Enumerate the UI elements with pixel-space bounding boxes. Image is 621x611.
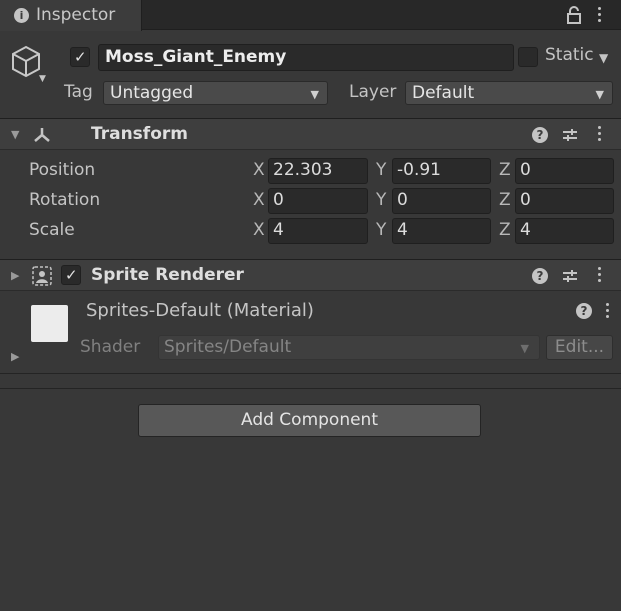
chevron-down-icon: ▼: [595, 88, 604, 101]
foldout-expanded-icon[interactable]: ▼: [11, 128, 19, 141]
tab-menu-icon[interactable]: [598, 7, 602, 25]
divider: [0, 388, 621, 389]
axis-z-label: Z: [499, 190, 511, 210]
shader-value: Sprites/Default: [164, 337, 292, 357]
layer-label: Layer: [349, 82, 397, 102]
presets-icon[interactable]: [562, 268, 578, 284]
tag-dropdown[interactable]: Untagged ▼: [103, 81, 328, 105]
help-icon[interactable]: ?: [532, 127, 548, 143]
rotation-label: Rotation: [29, 190, 101, 210]
gameobject-name-field[interactable]: Moss_Giant_Enemy: [98, 44, 514, 71]
scale-x-field[interactable]: 4: [268, 218, 368, 244]
checkmark-icon: ✓: [74, 48, 87, 66]
chevron-down-icon: ▼: [520, 342, 529, 355]
tab-label: Inspector: [36, 5, 116, 25]
checkmark-icon: ✓: [65, 266, 78, 284]
tab-inspector[interactable]: i Inspector: [0, 0, 142, 31]
axis-z-label: Z: [499, 160, 511, 180]
presets-icon[interactable]: [562, 127, 578, 143]
axis-z-label: Z: [499, 220, 511, 240]
layer-value: Default: [412, 83, 475, 103]
lock-icon[interactable]: [566, 6, 582, 24]
foldout-collapsed-icon[interactable]: ▶: [11, 269, 19, 282]
shader-label: Shader: [80, 337, 141, 357]
edit-shader-button[interactable]: Edit...: [546, 335, 613, 360]
component-menu-icon[interactable]: [598, 126, 602, 144]
gameobject-cube-icon[interactable]: [10, 44, 42, 80]
material-preview-swatch[interactable]: [31, 305, 68, 342]
sprite-renderer-header[interactable]: ▶ ✓ Sprite Renderer ?: [0, 259, 621, 291]
tag-value: Untagged: [110, 83, 194, 103]
tag-label: Tag: [64, 82, 93, 102]
static-dropdown-arrow-icon[interactable]: ▼: [599, 51, 608, 65]
gameobject-active-checkbox[interactable]: ✓: [70, 47, 90, 67]
scale-y-field[interactable]: 4: [392, 218, 491, 244]
scale-label: Scale: [29, 220, 75, 240]
position-z-field[interactable]: 0: [515, 158, 614, 184]
icon-dropdown-arrow-icon[interactable]: ▼: [39, 74, 46, 84]
add-component-button[interactable]: Add Component: [138, 404, 481, 437]
rotation-x-field[interactable]: 0: [268, 188, 368, 214]
help-icon[interactable]: ?: [532, 268, 548, 284]
divider: [0, 373, 621, 374]
component-menu-icon[interactable]: [598, 267, 602, 285]
layer-dropdown[interactable]: Default ▼: [405, 81, 613, 105]
rotation-y-field[interactable]: 0: [392, 188, 491, 214]
rotation-z-field[interactable]: 0: [515, 188, 614, 214]
static-label[interactable]: Static: [545, 45, 594, 65]
sprite-renderer-enabled-checkbox[interactable]: ✓: [61, 265, 81, 285]
axis-y-label: Y: [376, 220, 387, 240]
axis-y-label: Y: [376, 190, 387, 210]
static-checkbox[interactable]: [518, 47, 538, 67]
component-title: Sprite Renderer: [91, 265, 244, 285]
axis-x-label: X: [253, 160, 265, 180]
sprite-renderer-icon: [32, 266, 52, 286]
position-x-field[interactable]: 22.303: [268, 158, 368, 184]
axis-x-label: X: [253, 220, 265, 240]
position-label: Position: [29, 160, 96, 180]
help-icon[interactable]: ?: [576, 303, 592, 319]
tab-bar: i Inspector: [0, 0, 621, 31]
axis-x-label: X: [253, 190, 265, 210]
info-icon: i: [14, 8, 29, 23]
material-name: Sprites-Default (Material): [86, 300, 314, 321]
chevron-down-icon: ▼: [310, 88, 319, 101]
component-title: Transform: [91, 124, 188, 144]
material-foldout-icon[interactable]: ▶: [11, 350, 19, 363]
position-y-field[interactable]: -0.91: [392, 158, 491, 184]
material-menu-icon[interactable]: [606, 303, 610, 321]
transform-icon: [34, 128, 50, 142]
axis-y-label: Y: [376, 160, 387, 180]
transform-header[interactable]: ▼ Transform ?: [0, 118, 621, 150]
shader-dropdown[interactable]: Sprites/Default ▼: [158, 335, 540, 360]
scale-z-field[interactable]: 4: [515, 218, 614, 244]
